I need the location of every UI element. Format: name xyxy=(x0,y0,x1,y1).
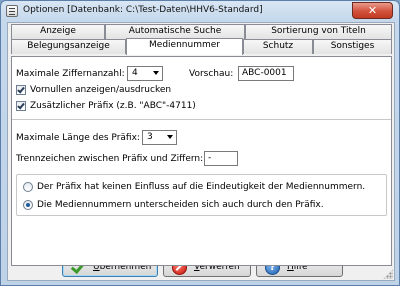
checkmark-icon xyxy=(17,85,25,94)
prefix-uniqueness-group: Der Präfix hat keinen Einfluss auf die E… xyxy=(16,174,387,216)
preview-label: Vorschau: xyxy=(189,69,234,79)
separator-line xyxy=(12,119,391,120)
checkmark-icon xyxy=(17,101,25,110)
max-prefix-length-label: Maximale Länge des Präfix: xyxy=(16,133,140,143)
resize-grip[interactable] xyxy=(383,269,393,279)
tab-automatische-suche[interactable]: Automatische Suche xyxy=(105,24,245,39)
tab-schutz[interactable]: Schutz xyxy=(243,39,313,54)
dialog-client-area: Anzeige Automatische Suche Sortierung vo… xyxy=(7,22,395,281)
max-digits-value: 4 xyxy=(132,68,138,78)
max-prefix-length-value: 3 xyxy=(147,132,153,142)
options-dialog: Optionen [Datenbank: C:\Test-Daten\HHV6-… xyxy=(0,0,400,286)
tab-sortierung-von-titeln[interactable]: Sortierung von Titeln xyxy=(245,24,392,39)
prefix-checkbox[interactable] xyxy=(16,101,26,111)
preview-field[interactable]: ABC-0001 xyxy=(238,66,294,81)
separator-char-label: Trennzeichen zwischen Präfix und Ziffern… xyxy=(16,154,204,164)
tab-anzeige[interactable]: Anzeige xyxy=(11,24,105,39)
radio-prefix-no-influence[interactable] xyxy=(23,182,33,192)
radio-selected-dot xyxy=(26,203,30,207)
max-digits-label: Maximale Ziffernanzahl: xyxy=(16,69,125,79)
leading-zeros-checkbox[interactable] xyxy=(16,85,26,95)
tab-belegungsanzeige[interactable]: Belegungsanzeige xyxy=(11,39,126,54)
radio-prefix-no-influence-label[interactable]: Der Präfix hat keinen Einfluss auf die E… xyxy=(37,182,365,192)
close-button[interactable]: ✕ xyxy=(352,2,393,19)
chevron-down-icon xyxy=(167,135,173,139)
chevron-down-icon xyxy=(153,71,159,75)
prefix-label[interactable]: Zusätzlicher Präfix (z.B. "ABC"-4711) xyxy=(30,101,196,111)
window-title: Optionen [Datenbank: C:\Test-Daten\HHV6-… xyxy=(23,5,263,15)
tab-panel-mediennummer: Maximale Ziffernanzahl: 4 Vorschau: ABC-… xyxy=(11,56,392,266)
tab-sonstiges[interactable]: Sonstiges xyxy=(313,39,392,54)
radio-prefix-distinguishes[interactable] xyxy=(23,200,33,210)
separator-char-field[interactable]: - xyxy=(204,151,238,166)
max-digits-select[interactable]: 4 xyxy=(127,66,163,81)
tab-mediennummer[interactable]: Mediennummer xyxy=(126,38,243,55)
radio-prefix-distinguishes-label[interactable]: Die Mediennummern unterscheiden sich auc… xyxy=(37,200,324,210)
title-bar[interactable]: Optionen [Datenbank: C:\Test-Daten\HHV6-… xyxy=(1,1,399,21)
leading-zeros-label[interactable]: Vornullen anzeigen/ausdrucken xyxy=(30,85,171,95)
max-prefix-length-select[interactable]: 3 xyxy=(142,130,177,145)
app-icon xyxy=(6,5,18,17)
